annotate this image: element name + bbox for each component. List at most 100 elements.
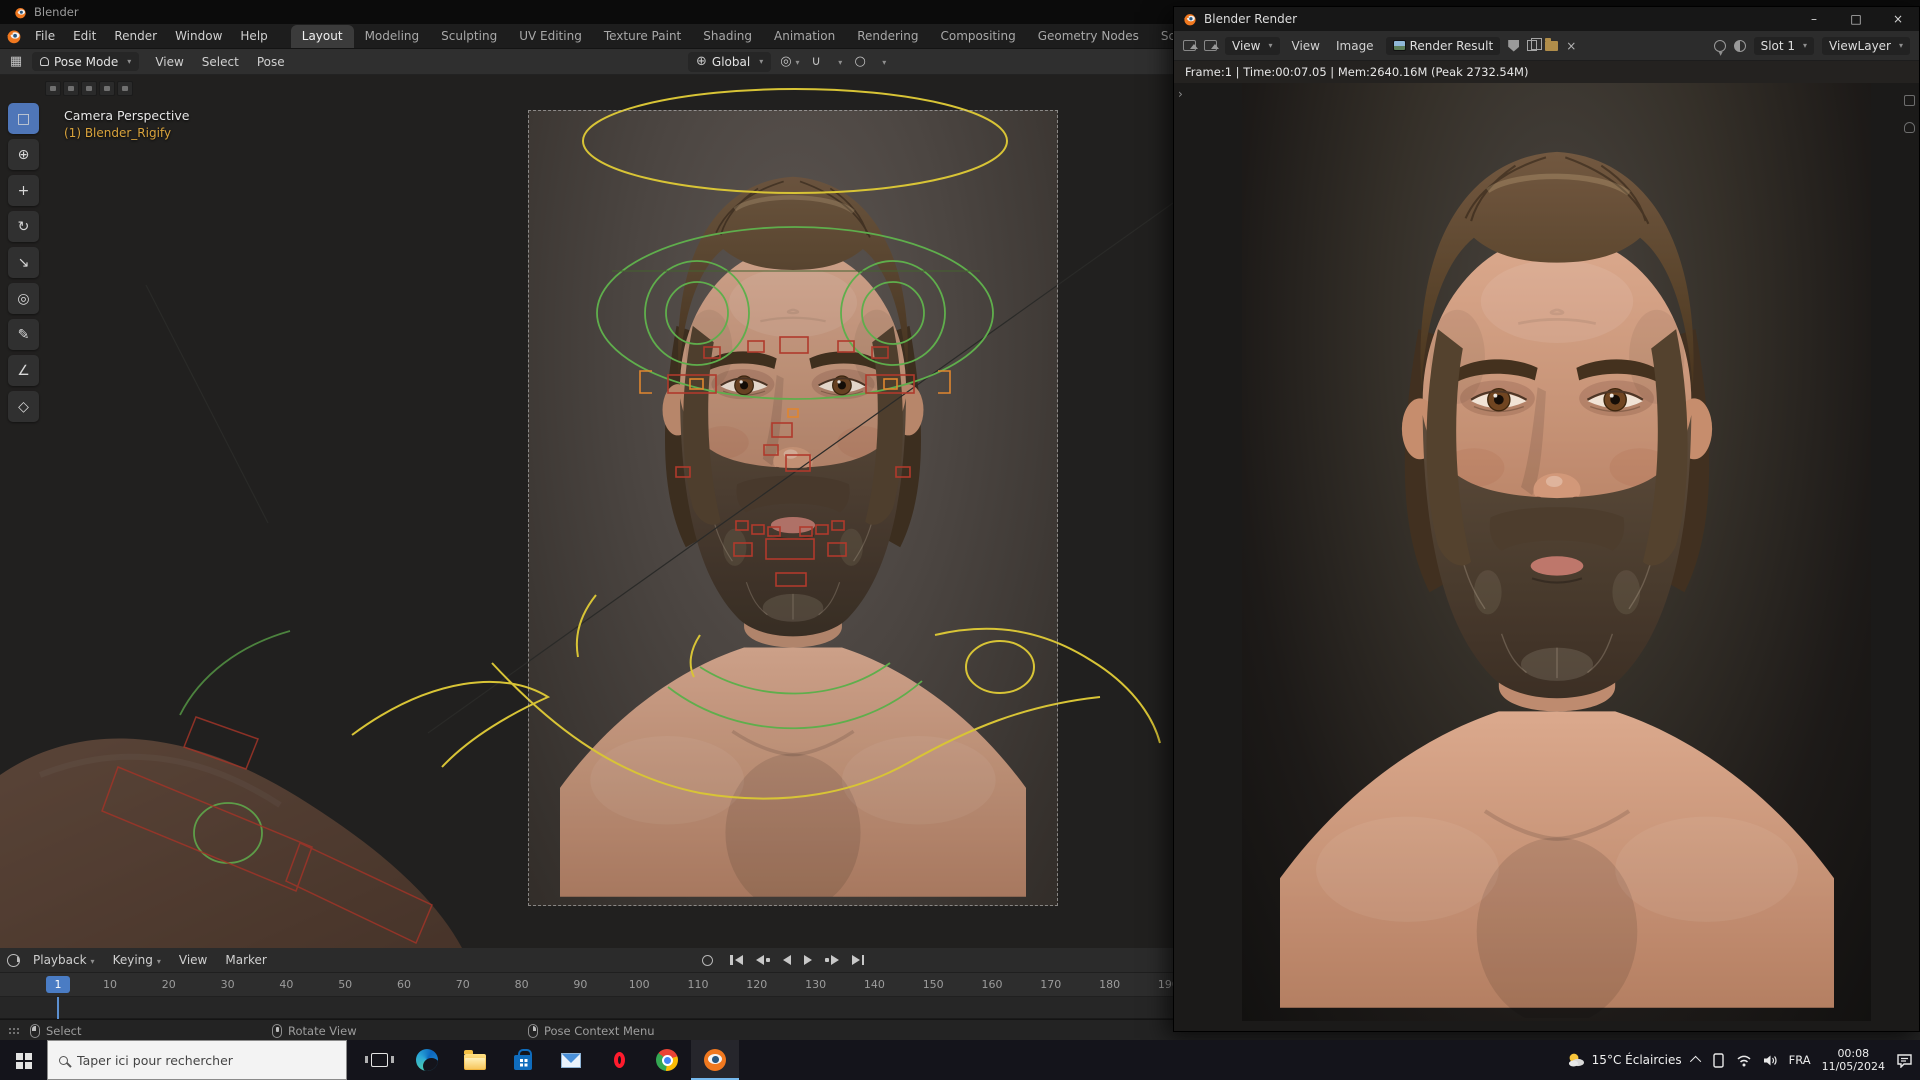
- tablet-icon[interactable]: [1712, 1053, 1725, 1068]
- unlink-image-icon[interactable]: ×: [1566, 40, 1576, 52]
- jump-end-button[interactable]: [849, 953, 868, 967]
- tab-shading[interactable]: Shading: [692, 25, 763, 48]
- play-reverse-button[interactable]: [780, 953, 794, 967]
- annotate-tool[interactable]: ✎: [8, 319, 39, 350]
- pan-hand-icon[interactable]: [1904, 122, 1915, 133]
- cursor-tool[interactable]: ⊕: [8, 139, 39, 170]
- tab-geometry-nodes[interactable]: Geometry Nodes: [1027, 25, 1150, 48]
- mail-button[interactable]: [547, 1040, 595, 1080]
- language-indicator[interactable]: FRA: [1789, 1053, 1811, 1067]
- tray-overflow-icon[interactable]: [1690, 1056, 1701, 1067]
- viewport-menu-view[interactable]: View: [146, 52, 192, 72]
- tab-layout[interactable]: Layout: [291, 25, 354, 48]
- blender-app-menu-icon[interactable]: [6, 28, 22, 44]
- render-result-image[interactable]: [1242, 83, 1871, 1021]
- timeline-menu-marker[interactable]: Marker: [216, 950, 275, 970]
- close-button[interactable]: ×: [1877, 7, 1919, 31]
- view-layer-selector[interactable]: ViewLayer: [1822, 37, 1910, 55]
- task-view-button[interactable]: [355, 1040, 403, 1080]
- tab-rendering[interactable]: Rendering: [846, 25, 929, 48]
- viewport-toggle-3[interactable]: [81, 81, 97, 96]
- proportional-options-icon[interactable]: [878, 54, 886, 69]
- search-input[interactable]: [77, 1053, 317, 1068]
- viewport-toggle-2[interactable]: [63, 81, 79, 96]
- start-button[interactable]: [0, 1040, 47, 1080]
- viewport-toggle-1[interactable]: [45, 81, 61, 96]
- store-button[interactable]: [499, 1040, 547, 1080]
- snap-magnet-icon[interactable]: ∪: [807, 54, 825, 69]
- proportional-editing-icon[interactable]: ○: [851, 54, 869, 69]
- new-image-icon[interactable]: [1527, 40, 1537, 51]
- image-pin-icon[interactable]: [1204, 40, 1217, 51]
- snap-options-icon[interactable]: [834, 54, 842, 69]
- menu-help[interactable]: Help: [231, 26, 276, 46]
- tab-texture-paint[interactable]: Texture Paint: [593, 25, 692, 48]
- tab-animation[interactable]: Animation: [763, 25, 846, 48]
- render-slot-selector[interactable]: Slot 1: [1754, 37, 1814, 55]
- display-channels-icon[interactable]: [1734, 40, 1746, 52]
- viewport-menu-pose[interactable]: Pose: [248, 52, 294, 72]
- transform-tool[interactable]: ◎: [8, 283, 39, 314]
- opera-button[interactable]: [595, 1040, 643, 1080]
- status-label: Select: [46, 1024, 81, 1038]
- transform-orientation-selector[interactable]: ⊕ Global: [688, 52, 771, 72]
- image-editor-type-icon[interactable]: [1183, 40, 1196, 51]
- display-mode-selector[interactable]: View: [1225, 37, 1280, 55]
- timeline-editor-type-icon[interactable]: [7, 954, 20, 967]
- image-datablock-selector[interactable]: Render Result: [1386, 37, 1501, 55]
- jump-start-button[interactable]: [727, 953, 746, 967]
- measure-tool[interactable]: ∠: [8, 355, 39, 386]
- viewport-toggle-4[interactable]: [99, 81, 115, 96]
- edge-button[interactable]: [403, 1040, 451, 1080]
- viewport-toggle-5[interactable]: [117, 81, 133, 96]
- clock-widget[interactable]: 00:08 11/05/2024: [1822, 1047, 1885, 1073]
- timeline-menu-keying[interactable]: Keying: [104, 950, 170, 970]
- prev-keyframe-button[interactable]: [753, 953, 773, 967]
- current-frame-badge[interactable]: 1: [46, 976, 70, 993]
- render-result-window[interactable]: Blender Render –□× View View Image Rende…: [1173, 6, 1920, 1032]
- auto-key-record-button[interactable]: [702, 955, 713, 966]
- tab-sculpting[interactable]: Sculpting: [430, 25, 508, 48]
- viewport-character[interactable]: [560, 81, 1026, 897]
- menu-edit[interactable]: Edit: [64, 26, 105, 46]
- mode-selector[interactable]: Pose Mode: [32, 52, 139, 71]
- blender-button[interactable]: [691, 1040, 739, 1080]
- editor-type-icon[interactable]: ▦: [7, 54, 25, 69]
- network-wifi-icon[interactable]: [1736, 1054, 1752, 1067]
- timeline-menu-playback[interactable]: Playback: [24, 950, 104, 970]
- menu-window[interactable]: Window: [166, 26, 231, 46]
- timeline-menu-view[interactable]: View: [170, 950, 216, 970]
- grid-icon[interactable]: [1904, 95, 1915, 106]
- taskbar-search[interactable]: [47, 1040, 347, 1080]
- tab-modeling[interactable]: Modeling: [354, 25, 431, 48]
- tab-uv-editing[interactable]: UV Editing: [508, 25, 593, 48]
- region-expand-icon[interactable]: ›: [1178, 87, 1183, 101]
- rotate-tool[interactable]: ↻: [8, 211, 39, 242]
- next-keyframe-button[interactable]: [822, 953, 842, 967]
- weather-widget[interactable]: 15°C Éclaircies: [1567, 1052, 1682, 1068]
- maximize-button[interactable]: □: [1835, 7, 1877, 31]
- file-explorer-button[interactable]: [451, 1040, 499, 1080]
- box-select-tool[interactable]: □: [8, 103, 39, 134]
- menu-image[interactable]: Image: [1332, 37, 1378, 55]
- move-tool[interactable]: +: [8, 175, 39, 206]
- tab-compositing[interactable]: Compositing: [929, 25, 1026, 48]
- play-button[interactable]: [801, 953, 815, 967]
- menu-view[interactable]: View: [1288, 37, 1324, 55]
- menu-render[interactable]: Render: [105, 26, 166, 46]
- scale-tool[interactable]: ↘: [8, 247, 39, 278]
- volume-icon[interactable]: [1763, 1054, 1778, 1067]
- chrome-button[interactable]: [643, 1040, 691, 1080]
- render-window-titlebar[interactable]: Blender Render –□×: [1174, 7, 1919, 31]
- viewport-menu-select[interactable]: Select: [193, 52, 248, 72]
- pose-breakdowner-tool[interactable]: ◇: [8, 391, 39, 422]
- menu-file[interactable]: File: [26, 26, 64, 46]
- open-image-icon[interactable]: [1545, 41, 1558, 51]
- playhead[interactable]: [57, 997, 59, 1019]
- rendered-character: [1280, 83, 1834, 1018]
- minimize-button[interactable]: –: [1793, 7, 1835, 31]
- action-center-icon[interactable]: [1896, 1053, 1913, 1068]
- render-slot-cycle-icon[interactable]: [1714, 40, 1726, 52]
- fake-user-icon[interactable]: [1508, 40, 1519, 52]
- pivot-point-icon[interactable]: ◎: [780, 54, 798, 69]
